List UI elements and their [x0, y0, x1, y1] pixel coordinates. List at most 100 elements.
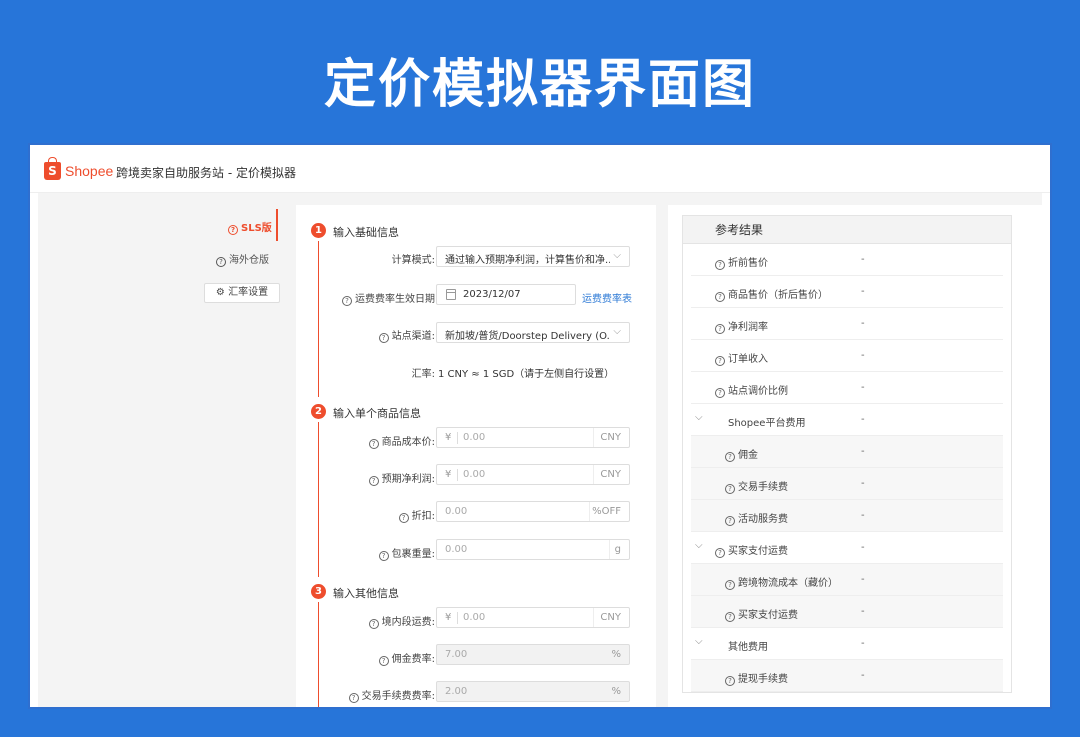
- left-nav: ? SLS版 ? 海外仓版 ⚙ 汇率设置: [38, 193, 288, 707]
- chevron-down-icon[interactable]: ⌵: [695, 636, 703, 647]
- help-icon: ?: [715, 548, 725, 558]
- page-title: 跨境卖家自助服务站 - 定价模拟器: [116, 166, 296, 180]
- step-number: 1: [311, 223, 326, 238]
- result-row-label: ? 交易手续费: [725, 478, 788, 494]
- chevron-down-icon: ⌵: [613, 250, 621, 261]
- help-icon: ?: [228, 225, 238, 235]
- result-row[interactable]: ⌵ Shopee平台费用 -: [691, 404, 1003, 436]
- result-row-label: ? 净利润率: [715, 318, 768, 334]
- section-title: 输入其他信息: [333, 587, 399, 600]
- result-row-text: 站点调价比例: [728, 386, 788, 397]
- help-icon: ?: [216, 257, 226, 267]
- result-row-value: -: [861, 286, 865, 297]
- result-row[interactable]: ⌵? 买家支付运费 -: [691, 532, 1003, 564]
- result-row-label: ? 佣金: [725, 446, 758, 462]
- rate-date-label: ? 运费费率生效日期: [310, 290, 435, 306]
- result-row-value: -: [861, 670, 865, 681]
- result-row-value: -: [861, 574, 865, 585]
- calendar-icon: [446, 289, 456, 300]
- help-icon: ?: [725, 612, 735, 622]
- result-row[interactable]: ⌵ 其他费用 -: [691, 628, 1003, 660]
- profit-label: ? 预期净利润:: [310, 470, 435, 486]
- fx-value: 1 CNY ≈ 1 SGD（请于左侧自行设置）: [438, 369, 615, 380]
- result-row-label: ? 订单收入: [715, 350, 768, 366]
- step-number: 2: [311, 404, 326, 419]
- chevron-down-icon[interactable]: ⌵: [695, 412, 703, 423]
- result-row-label: ? 活动服务费: [725, 510, 788, 526]
- chevron-down-icon[interactable]: ⌵: [695, 540, 703, 551]
- discount-input[interactable]: 0.00 %OFF: [436, 501, 630, 522]
- top-bar: S Shopee 跨境卖家自助服务站 - 定价模拟器: [30, 145, 1050, 193]
- help-icon: ?: [725, 580, 735, 590]
- help-icon: ?: [378, 551, 389, 561]
- result-row: ? 折前售价 -: [691, 244, 1003, 276]
- domestic-shipping-label: ? 境内段运费:: [310, 613, 435, 629]
- result-row-text: 折前售价: [728, 258, 768, 269]
- nav-active-indicator: [276, 209, 278, 241]
- nav-item-sls[interactable]: ? SLS版: [228, 219, 272, 235]
- result-row: ? 交易手续费 -: [691, 468, 1003, 500]
- rate-date-picker[interactable]: 2023/12/07: [436, 284, 576, 305]
- rate-table-link[interactable]: 运费费率表: [582, 290, 632, 305]
- result-row-value: -: [861, 542, 865, 553]
- cost-input[interactable]: ¥ 0.00 CNY: [436, 427, 630, 448]
- help-icon: ?: [725, 452, 735, 462]
- help-icon: ?: [378, 656, 389, 666]
- result-row: ? 订单收入 -: [691, 340, 1003, 372]
- result-row-label: ? 站点调价比例: [715, 382, 788, 398]
- weight-input[interactable]: 0.00 g: [436, 539, 630, 560]
- help-icon: ?: [725, 484, 735, 494]
- result-row-text: 净利润率: [728, 322, 768, 333]
- help-icon: ?: [715, 324, 725, 334]
- result-row-value: -: [861, 638, 865, 649]
- result-row-label: Shopee平台费用: [728, 414, 805, 429]
- exchange-rate-settings-button[interactable]: ⚙ 汇率设置: [204, 283, 280, 303]
- commission-rate-label: ? 佣金费率:: [310, 650, 435, 666]
- result-row-text: 提现手续费: [738, 674, 788, 685]
- result-row-text: 佣金: [738, 450, 758, 461]
- result-row-label: 其他费用: [728, 638, 768, 653]
- result-row: ? 站点调价比例 -: [691, 372, 1003, 404]
- result-row-value: -: [861, 606, 865, 617]
- help-icon: ?: [715, 292, 725, 302]
- result-row: ? 跨境物流成本（藏价） -: [691, 564, 1003, 596]
- section-title: 输入基础信息: [333, 226, 399, 239]
- result-row: ? 商品售价（折后售价） -: [691, 276, 1003, 308]
- help-icon: ?: [725, 516, 735, 526]
- channel-select[interactable]: 新加坡/普货/Doorstep Delivery (O... ⌵: [436, 322, 630, 343]
- result-row-value: -: [861, 350, 865, 361]
- app-window: S Shopee 跨境卖家自助服务站 - 定价模拟器 ? SLS版 ? 海外仓版 ⚙…: [28, 143, 1052, 709]
- help-icon: ?: [368, 619, 379, 629]
- step-number: 3: [311, 584, 326, 599]
- result-title: 参考结果: [683, 216, 1011, 244]
- result-row-label: ? 商品售价（折后售价）: [715, 286, 828, 302]
- domestic-shipping-input[interactable]: ¥ 0.00 CNY: [436, 607, 630, 628]
- txn-fee-rate-input: 2.00 %: [436, 681, 630, 702]
- calc-mode-select[interactable]: 通过输入预期净利润，计算售价和净... ⌵: [436, 246, 630, 267]
- result-row-label: ? 买家支付运费: [715, 542, 788, 558]
- result-row-value: -: [861, 510, 865, 521]
- result-row-value: -: [861, 254, 865, 265]
- nav-item-overseas-warehouse[interactable]: ? 海外仓版: [216, 251, 269, 267]
- result-row-value: -: [861, 414, 865, 425]
- help-icon: ?: [398, 513, 409, 523]
- help-icon: ?: [378, 333, 389, 343]
- gear-icon: ⚙: [215, 287, 225, 298]
- result-row-label: ? 买家支付运费: [725, 606, 798, 622]
- result-row: ? 提现手续费 -: [691, 660, 1003, 692]
- profit-input[interactable]: ¥ 0.00 CNY: [436, 464, 630, 485]
- help-icon: ?: [715, 356, 725, 366]
- result-row-text: 商品售价（折后售价）: [728, 290, 828, 301]
- result-row: ? 活动服务费 -: [691, 500, 1003, 532]
- exchange-rate-settings-label: 汇率设置: [228, 287, 269, 298]
- workspace: ? SLS版 ? 海外仓版 ⚙ 汇率设置 1 输入基础信息 计算模式: 通过输入预期…: [38, 193, 1042, 707]
- result-row-text: 买家支付运费: [728, 546, 788, 557]
- result-row-text: 跨境物流成本（藏价）: [738, 578, 838, 589]
- help-icon: ?: [368, 476, 379, 486]
- shopee-logo-text[interactable]: Shopee: [65, 163, 113, 179]
- input-form-panel: 1 输入基础信息 计算模式: 通过输入预期净利润，计算售价和净... ⌵ ? 运费…: [296, 205, 656, 707]
- result-panel: 参考结果 ? 折前售价 -? 商品售价（折后售价） -? 净利润率 -? 订单收入 -? 站点调价…: [668, 205, 1042, 707]
- banner: 定价模拟器界面图: [0, 0, 1080, 143]
- result-row: ? 佣金 -: [691, 436, 1003, 468]
- result-row-text: 交易手续费: [738, 482, 788, 493]
